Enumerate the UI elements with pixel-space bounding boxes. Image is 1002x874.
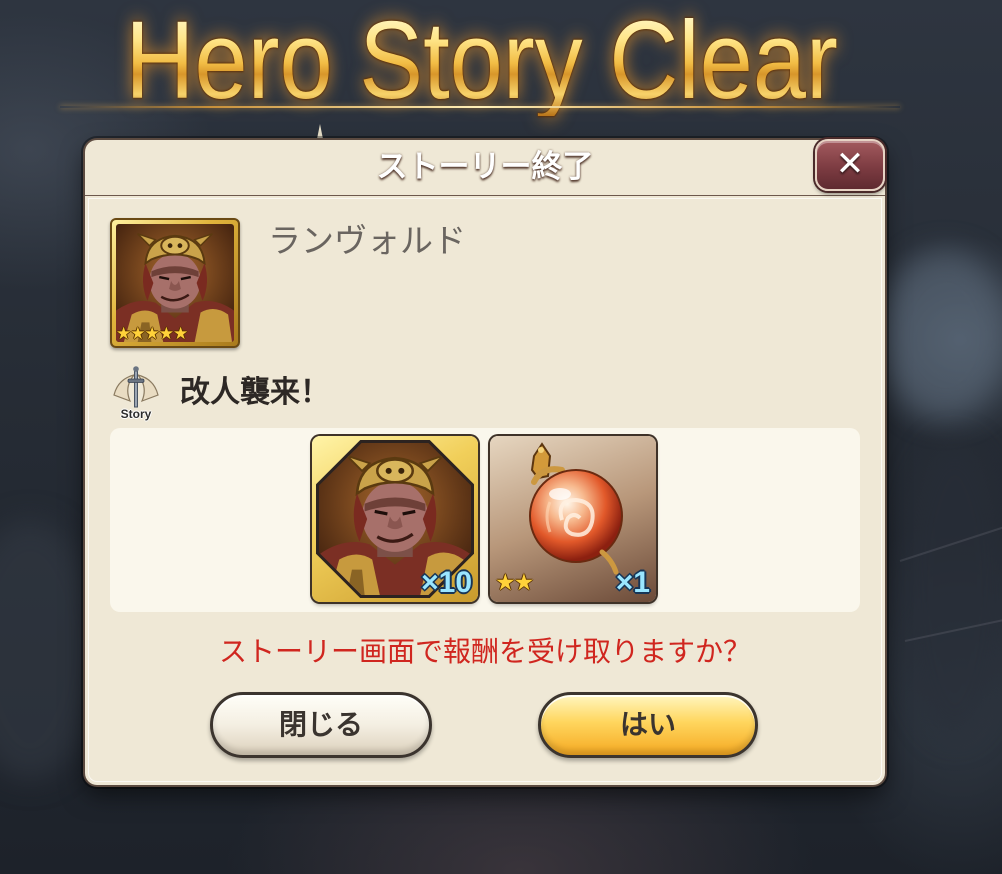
hero-portrait: ★★★★★ (110, 218, 240, 348)
hero-rarity-stars: ★★★★★ (116, 324, 188, 344)
reward-quantity: ×10 (421, 566, 472, 599)
reward-item-orb[interactable]: ★★ ×1 (490, 436, 656, 602)
close-button[interactable]: 閉じる (210, 692, 432, 758)
dialog-close-button[interactable]: ✕ (815, 139, 885, 191)
close-icon: ✕ (835, 144, 865, 184)
story-complete-dialog: ストーリー終了 ★★★★★ ランヴォルド Story 改人襲来！ ×10 ★★ … (85, 140, 885, 785)
banner-underline (60, 106, 900, 108)
story-icon-label: Story (120, 407, 152, 421)
hero-name: ランヴォルド (268, 221, 466, 260)
dialog-title: ストーリー終了 (376, 149, 594, 185)
story-icon: Story (108, 365, 164, 421)
confirm-button[interactable]: はい (538, 692, 758, 758)
rewards-panel: ×10 ★★ ×1 (110, 428, 860, 612)
background-structure (900, 440, 1002, 740)
reward-quantity: ×1 (615, 566, 650, 599)
story-title: 改人襲来！ (180, 375, 330, 410)
reward-rarity-stars: ★★ (495, 570, 534, 596)
banner-title: Hero Story Clear (125, 0, 839, 122)
receive-rewards-prompt: ストーリー画面で報酬を受け取りますか？ (218, 635, 751, 668)
reward-item-hero[interactable]: ×10 (312, 436, 478, 602)
story-clear-banner: Hero Story Clear (0, 6, 964, 116)
background-foliage (880, 250, 1002, 420)
dialog-header: ストーリー終了 (85, 140, 885, 196)
